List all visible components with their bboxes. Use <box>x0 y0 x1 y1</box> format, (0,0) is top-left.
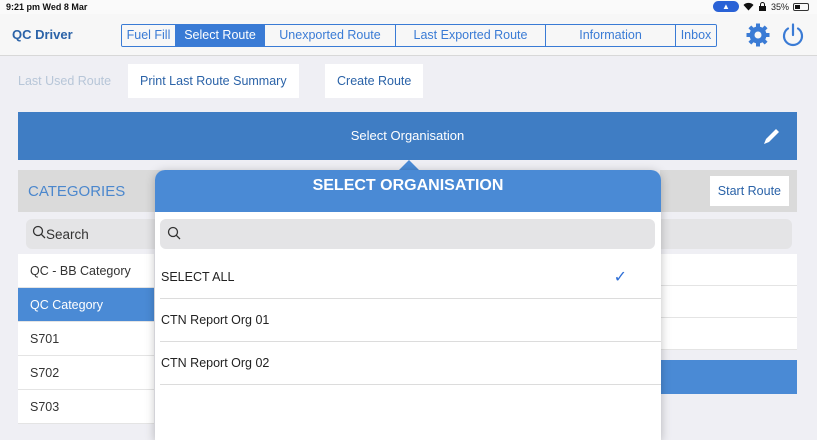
banner-title: Select Organisation <box>350 128 465 143</box>
search-icon <box>167 226 181 240</box>
battery-icon <box>793 2 809 11</box>
power-icon[interactable] <box>780 22 806 48</box>
create-route-button[interactable]: Create Route <box>325 64 424 98</box>
tab-fuel-fill[interactable]: Fuel Fill <box>122 25 176 46</box>
search-icon <box>32 225 46 239</box>
organisation-item[interactable]: CTN Report Org 01 <box>160 299 661 342</box>
gear-icon[interactable] <box>745 22 771 48</box>
print-last-route-summary-button[interactable]: Print Last Route Summary <box>128 64 299 98</box>
tab-bar: Fuel Fill Select Route Unexported Route … <box>121 24 717 47</box>
route-row[interactable] <box>660 286 797 318</box>
battery-percent: 35% <box>770 1 789 12</box>
select-organisation-banner: Select Organisation <box>18 112 797 160</box>
category-item[interactable]: QC - BB Category <box>18 254 154 288</box>
status-indicators: ▲ 35% <box>712 1 809 12</box>
category-item[interactable]: S701 <box>18 322 154 356</box>
organisation-search-input[interactable] <box>186 224 646 244</box>
category-item[interactable]: QC Category <box>18 288 154 322</box>
pencil-icon[interactable] <box>761 125 783 147</box>
popover-title: SELECT ORGANISATION <box>155 170 661 212</box>
tab-information[interactable]: Information <box>546 25 676 46</box>
route-toolbar: Last Used Route Print Last Route Summary… <box>0 57 817 105</box>
location-pill-icon: ▲ <box>712 1 739 12</box>
checkmark-icon: ✓ <box>613 269 627 286</box>
route-row[interactable] <box>660 318 797 350</box>
start-route-button[interactable]: Start Route <box>709 176 789 206</box>
category-search-placeholder: Search <box>46 227 89 242</box>
lock-rotation-icon <box>758 2 766 11</box>
route-list <box>660 254 797 394</box>
route-panel-header: Start Route <box>660 170 797 212</box>
select-organisation-popover: SELECT ORGANISATION SELECT ALL ✓ CTN Rep… <box>155 170 661 440</box>
organisation-item-select-all[interactable]: SELECT ALL ✓ <box>160 256 661 299</box>
wifi-icon <box>743 2 754 11</box>
category-list: QC - BB Category QC Category S701 S702 S… <box>18 254 154 424</box>
tab-select-route[interactable]: Select Route <box>176 25 265 46</box>
status-time: 9:21 pm Wed 8 Mar <box>6 2 88 12</box>
organisation-label: CTN Report Org 01 <box>161 313 270 327</box>
category-item[interactable]: S702 <box>18 356 154 390</box>
organisation-label: CTN Report Org 02 <box>161 356 270 370</box>
organisation-item[interactable]: CTN Report Org 02 <box>160 342 661 385</box>
organisation-label: SELECT ALL <box>161 270 235 284</box>
app-header: QC Driver Fuel Fill Select Route Unexpor… <box>0 14 817 56</box>
organisation-list: SELECT ALL ✓ CTN Report Org 01 CTN Repor… <box>155 256 661 385</box>
organisation-search-bar <box>160 219 655 249</box>
last-used-route-button[interactable]: Last Used Route <box>6 64 123 98</box>
tab-unexported-route[interactable]: Unexported Route <box>265 25 396 46</box>
tab-last-exported-route[interactable]: Last Exported Route <box>396 25 546 46</box>
categories-title: CATEGORIES <box>28 183 126 200</box>
tab-inbox[interactable]: Inbox <box>676 25 716 46</box>
category-item[interactable]: S703 <box>18 390 154 424</box>
route-row-selected[interactable] <box>660 360 797 394</box>
app-title: QC Driver <box>12 27 73 42</box>
route-row[interactable] <box>660 254 797 286</box>
status-bar: 9:21 pm Wed 8 Mar ▲ 35% <box>0 0 817 14</box>
